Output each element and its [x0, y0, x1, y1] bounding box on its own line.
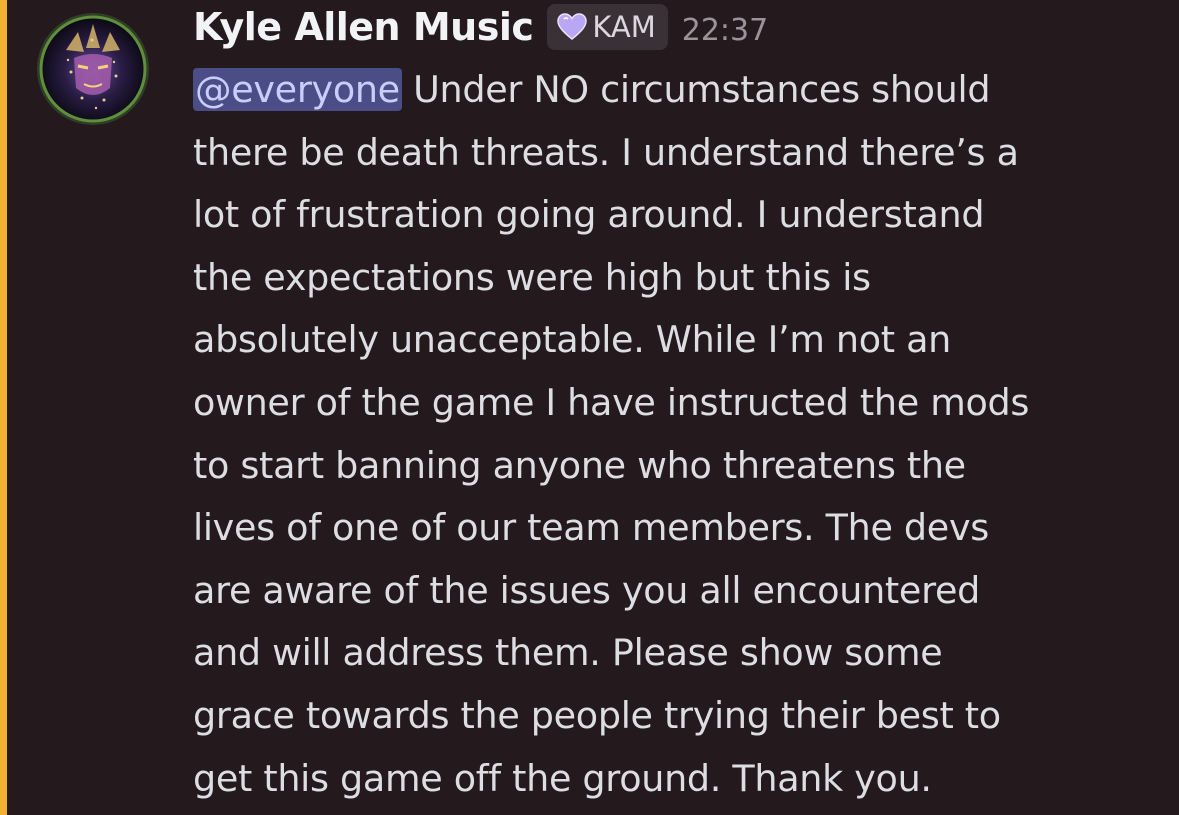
- message-line: and will address them. Please show some: [193, 631, 943, 675]
- message-line: grace towards the people trying their be…: [193, 693, 1001, 737]
- message-content: @everyone Under NO circumstances should …: [193, 59, 1168, 810]
- role-tag-label: KAM: [592, 10, 656, 44]
- chat-message: Kyle Allen Music KAM 22:37 @everyone Und…: [0, 0, 1179, 815]
- timestamp[interactable]: 22:37: [682, 13, 768, 48]
- message-line: get this game off the ground. Thank you.: [193, 756, 932, 800]
- avatar[interactable]: [26, 10, 160, 128]
- everyone-mention[interactable]: @everyone: [193, 68, 402, 111]
- message-line: are aware of the issues you all encounte…: [193, 568, 981, 612]
- message-header: Kyle Allen Music KAM 22:37: [193, 2, 768, 52]
- message-line-text: Under NO circumstances should: [401, 68, 991, 111]
- message-line: to start banning anyone who threatens th…: [193, 443, 966, 487]
- message-line: absolutely unacceptable. While I’m not a…: [193, 318, 951, 362]
- message-line: the expectations were high but this is: [193, 255, 871, 299]
- author-name[interactable]: Kyle Allen Music: [193, 5, 534, 49]
- message-line: lot of frustration going around. I under…: [193, 193, 985, 237]
- message-line: owner of the game I have instructed the …: [193, 380, 1030, 424]
- mention-highlight-bar: [0, 0, 7, 815]
- heart-icon: [557, 13, 588, 40]
- role-tag[interactable]: KAM: [547, 4, 668, 50]
- message-line: lives of one of our team members. The de…: [193, 506, 989, 550]
- message-line: @everyone Under NO circumstances should: [193, 59, 1168, 122]
- message-line: there be death threats. I understand the…: [193, 130, 1019, 174]
